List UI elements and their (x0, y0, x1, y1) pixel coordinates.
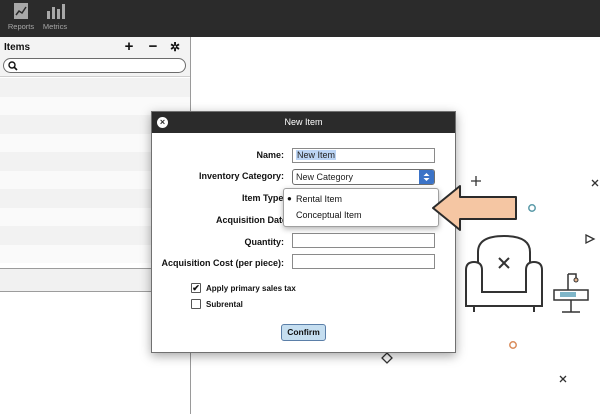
items-search-input[interactable] (3, 58, 186, 73)
selected-dot-icon: ● (287, 194, 292, 203)
close-icon[interactable]: × (157, 117, 168, 128)
diamond-icon (381, 352, 393, 364)
circle-icon (509, 341, 517, 349)
name-field[interactable]: New Item (292, 148, 435, 163)
remove-item-button[interactable]: − (146, 38, 160, 56)
metrics-label: Metrics (42, 22, 68, 31)
apply-sales-tax-checkbox[interactable]: ✔ (191, 283, 201, 293)
subrental-checkbox[interactable] (191, 299, 201, 309)
circle-icon (528, 204, 536, 212)
item-type-label: Item Type (242, 193, 284, 203)
acquisition-date-label: Acquisition Date (216, 215, 288, 225)
add-item-button[interactable]: + (122, 38, 136, 56)
inventory-category-select[interactable]: New Category (292, 169, 435, 185)
desk-lamp-illustration (553, 273, 589, 313)
select-arrows-icon (419, 170, 434, 184)
armchair-illustration (465, 234, 543, 312)
item-type-option-conceptual[interactable]: Conceptual Item (296, 210, 362, 220)
item-type-option-rental[interactable]: ● Rental Item (287, 194, 342, 204)
acquisition-cost-field[interactable] (292, 254, 435, 269)
items-pane-title: Items (4, 42, 31, 53)
top-toolbar: Reports Metrics (0, 0, 600, 37)
subrental-label: Subrental (206, 300, 243, 309)
new-item-dialog: × New Item Name: New Item Inventory Cate… (151, 111, 456, 353)
sparkle-icon (559, 375, 567, 383)
quantity-label: Quantity: (244, 237, 285, 247)
reports-button[interactable]: Reports (4, 2, 38, 35)
list-item[interactable] (0, 78, 190, 97)
search-icon (8, 61, 18, 71)
pane-settings-button[interactable]: ✲ (168, 38, 182, 56)
name-field-value: New Item (296, 150, 337, 160)
quantity-field[interactable] (292, 233, 435, 248)
reports-label: Reports (7, 22, 35, 31)
confirm-button[interactable]: Confirm (281, 324, 326, 341)
apply-sales-tax-label: Apply primary sales tax (206, 284, 296, 293)
reports-icon (14, 3, 28, 19)
inventory-category-value: New Category (296, 172, 354, 182)
triangle-icon (585, 233, 596, 245)
dialog-title-bar: × New Item (152, 112, 455, 133)
dialog-title: New Item (284, 117, 323, 127)
items-pane-header: Items + − ✲ (0, 37, 190, 77)
item-type-dropdown: ● Rental Item Conceptual Item (283, 188, 439, 227)
sparkle-icon (591, 179, 599, 187)
name-label: Name: (256, 150, 284, 160)
metrics-icon (47, 4, 65, 19)
acquisition-cost-label: Acquisition Cost (per piece): (161, 258, 284, 268)
inventory-category-label: Inventory Category: (198, 171, 284, 181)
metrics-button[interactable]: Metrics (38, 2, 72, 35)
annotation-arrow-icon (432, 185, 517, 231)
